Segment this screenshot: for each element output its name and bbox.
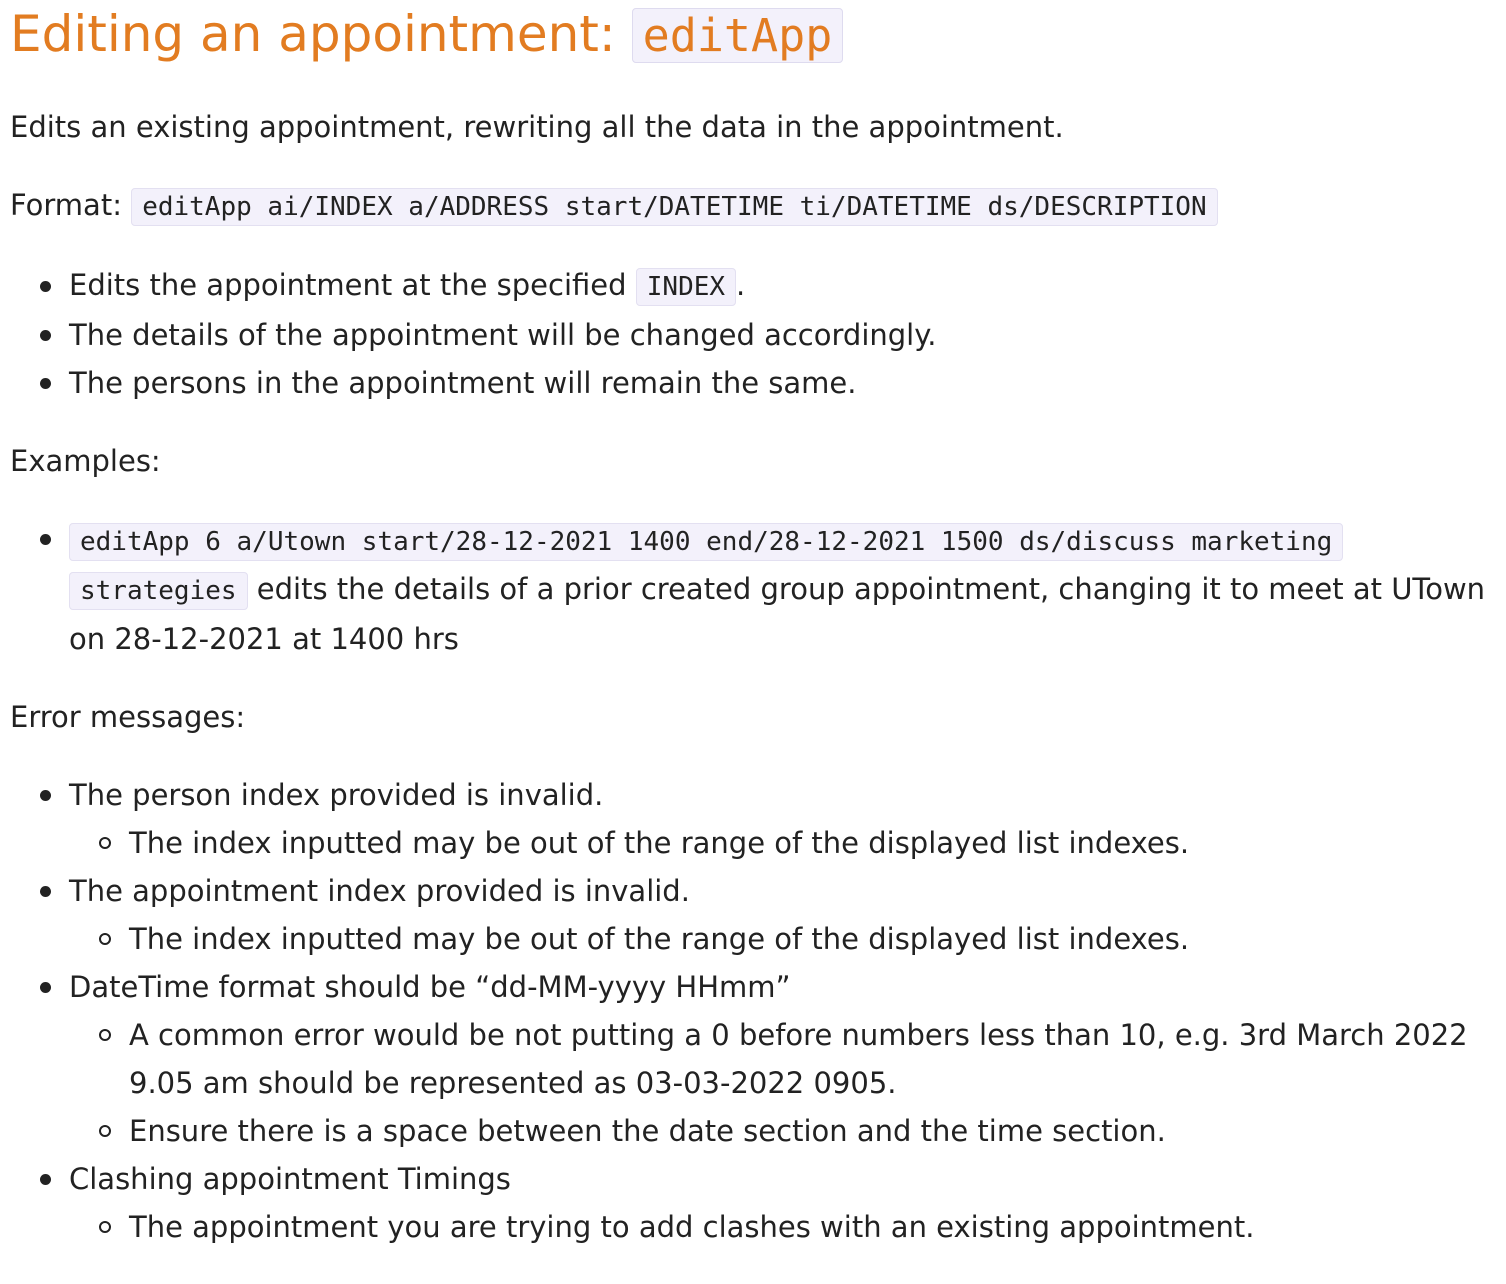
sub-bullet-icon [99, 1125, 111, 1137]
detail-index-code: INDEX [635, 268, 737, 306]
error-item-4-sub: The appointment you are trying to add cl… [129, 1210, 1255, 1244]
bullet-icon [40, 790, 51, 801]
bullet-icon [40, 886, 51, 897]
error-item-3-sub-1-line-1: A common error would be not putting a 0 … [129, 1018, 1468, 1052]
error-item-4: Clashing appointment Timings [69, 1162, 511, 1196]
errors-heading: Error messages: [10, 700, 246, 734]
sub-bullet-icon [99, 933, 111, 945]
sub-bullet-icon [99, 837, 111, 849]
page: Editing an appointment: editApp Edits an… [0, 0, 1506, 1284]
format-paragraph: Format: editApp ai/INDEX a/ADDRESS start… [10, 185, 1218, 227]
example-code-line-1: editApp 6 a/Utown start/28-12-2021 1400 … [69, 523, 1344, 561]
error-item-1: The person index provided is invalid. [69, 778, 604, 812]
bullet-icon [40, 330, 51, 341]
error-item-3-sub-2: Ensure there is a space between the date… [129, 1114, 1166, 1148]
bullet-icon [40, 378, 51, 389]
sub-bullet-icon [99, 1221, 111, 1233]
format-label: Format: [10, 188, 132, 222]
intro-paragraph: Edits an existing appointment, rewriting… [10, 110, 1064, 144]
example-line-1: editApp 6 a/Utown start/28-12-2021 1400 … [69, 520, 1344, 562]
detail-item-2: The details of the appointment will be c… [69, 318, 937, 352]
error-item-3: DateTime format should be “dd-MM-yyyy HH… [69, 970, 791, 1004]
example-desc-line-2: on 28-12-2021 at 1400 hrs [69, 622, 459, 656]
sub-bullet-icon [99, 1029, 111, 1041]
detail-item-1: Edits the appointment at the specified I… [69, 265, 745, 307]
error-item-1-sub: The index inputted may be out of the ran… [129, 826, 1190, 860]
bullet-icon [40, 281, 51, 292]
detail-item-1-end: . [736, 268, 746, 302]
bullet-icon [40, 534, 51, 545]
error-item-2-sub: The index inputted may be out of the ran… [129, 922, 1190, 956]
example-line-2: strategies edits the details of a prior … [69, 569, 1485, 611]
bullet-icon [40, 1174, 51, 1185]
example-desc-line-1: edits the details of a prior created gro… [247, 572, 1486, 606]
page-title: Editing an appointment: editApp [10, 0, 844, 70]
error-item-3-sub-1-line-2: 9.05 am should be represented as 03-03-2… [129, 1066, 897, 1100]
title-command-code: editApp [631, 8, 844, 63]
bullet-icon [40, 982, 51, 993]
examples-heading: Examples: [10, 444, 161, 478]
example-code-line-2: strategies [69, 572, 248, 610]
format-code: editApp ai/INDEX a/ADDRESS start/DATETIM… [131, 188, 1218, 226]
title-text: Editing an appointment: [10, 5, 632, 63]
detail-item-1-text: Edits the appointment at the specified [69, 268, 636, 302]
error-item-2: The appointment index provided is invali… [69, 874, 690, 908]
detail-item-3: The persons in the appointment will rema… [69, 366, 857, 400]
